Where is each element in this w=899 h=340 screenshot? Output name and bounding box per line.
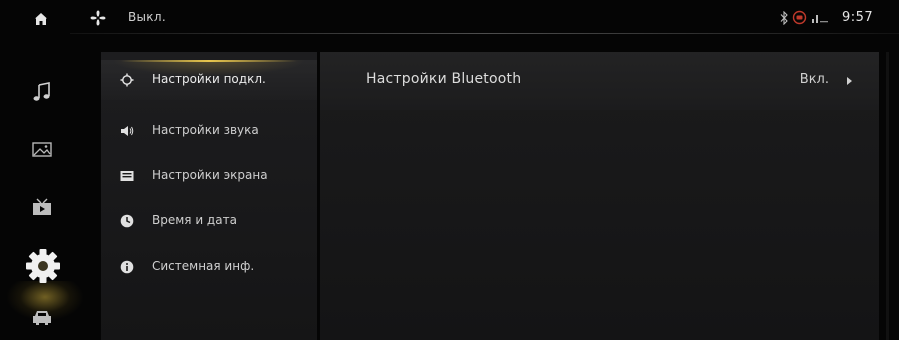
video-icon[interactable] [30,196,54,218]
home-icon[interactable] [34,12,48,26]
menu-item-system-info[interactable]: Системная инф. [101,247,317,287]
image-icon[interactable] [30,138,54,160]
menu-item-label: Системная инф. [152,259,255,273]
music-note-icon[interactable] [30,81,54,103]
screen-icon [120,171,134,181]
menu-item-label: Настройки экрана [152,168,268,182]
status-bar-divider [70,33,899,34]
gear-icon[interactable] [20,243,66,289]
bluetooth-settings-row[interactable]: Настройки Bluetooth Вкл. [320,52,879,110]
settings-content-panel: Настройки Bluetooth Вкл. [320,52,879,340]
speaker-icon [121,126,134,136]
network-icon [812,15,828,23]
menu-item-label: Время и дата [152,213,237,227]
menu-item-connection-settings[interactable]: Настройки подкл. [101,60,317,100]
app-rail [0,36,95,340]
scrollbar[interactable] [886,52,889,340]
info-icon [120,260,134,274]
car-icon[interactable] [30,306,54,328]
clock-icon [120,214,134,228]
menu-item-sound-settings[interactable]: Настройки звука [101,111,317,151]
fan-icon[interactable] [89,9,107,27]
bluetooth-status-value: Вкл. [799,72,829,87]
menu-item-time-date[interactable]: Время и дата [101,201,317,241]
menu-item-label: Настройки звука [152,123,259,137]
climate-status-text[interactable]: Выкл. [128,10,166,24]
settings-category-menu: Настройки подкл. Настройки звука Настрой… [101,52,317,340]
bluetooth-icon [780,11,788,25]
signal-icon [792,10,807,25]
chevron-right-icon [847,77,852,85]
menu-item-label: Настройки подкл. [152,72,266,86]
bluetooth-settings-label: Настройки Bluetooth [366,71,522,87]
status-bar: Выкл. 9:57 [0,0,899,36]
clock-time: 9:57 [842,10,874,25]
menu-item-screen-settings[interactable]: Настройки экрана [101,156,317,196]
selection-highlight [121,60,297,62]
connection-icon [120,73,134,87]
